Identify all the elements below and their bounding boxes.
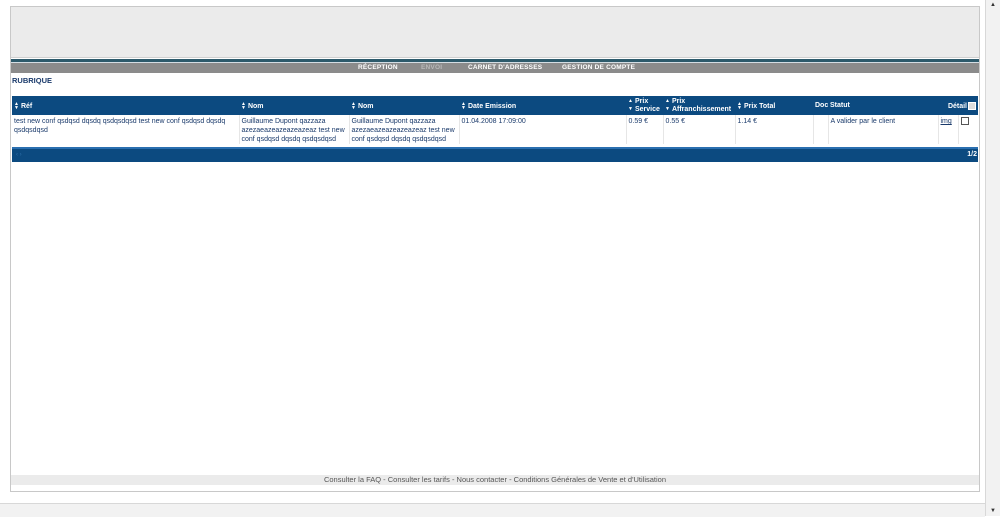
cell-prix-total: 1.14 € — [735, 115, 814, 144]
select-all-checkbox[interactable] — [968, 101, 976, 110]
cell-date: 01.04.2008 17:09:00 — [459, 115, 627, 144]
cell-statut: A valider par le client — [828, 115, 939, 144]
menu-item-envoi[interactable]: ENVOI — [421, 64, 442, 71]
sort-icon[interactable]: ▲ ▼ — [665, 98, 670, 111]
menu-item-gestion-compte[interactable]: GESTION DE COMPTE — [562, 64, 635, 71]
cell-doc — [813, 115, 829, 144]
col-header-ref[interactable]: ▲ ▼ Réf — [12, 96, 239, 115]
sort-icon[interactable]: ▲ ▼ — [628, 98, 633, 111]
main-menu: RÉCEPTION ENVOI CARNET D'ADRESSES GESTIO… — [11, 62, 979, 73]
col-header-date[interactable]: ▲ ▼ Date Emission — [459, 96, 626, 115]
vertical-scrollbar[interactable]: ▲ ▼ — [985, 0, 1000, 516]
section-title: RUBRIQUE — [12, 76, 53, 85]
cell-prix-service: 0.59 € — [626, 115, 664, 144]
footer-link-faq[interactable]: Consulter la FAQ — [324, 475, 381, 484]
sort-icon[interactable]: ▲ ▼ — [241, 101, 246, 110]
footer-link-tarifs[interactable]: Consulter les tarifs — [388, 475, 450, 484]
cell-detail: img — [938, 115, 959, 144]
documents-table: ▲ ▼ Réf ▲ ▼ Nom ▲ ▼ Nom ▲ ▼ Date Emission ▲ ▼ Prix… — [12, 96, 978, 144]
footer-link-contact[interactable]: Nous contacter — [457, 475, 507, 484]
footer-separator: - — [381, 475, 388, 484]
table-row: test new conf qsdqsd dqsdq qsdqsdqsd tes… — [12, 115, 978, 144]
menu-item-reception[interactable]: RÉCEPTION — [358, 64, 398, 71]
col-header-detail: Détail — [938, 96, 978, 115]
footer-separator: - — [449, 475, 457, 484]
pagination-arrows[interactable]: ‹ › — [16, 152, 22, 158]
col-header-doc: Doc — [813, 96, 828, 115]
menu-item-carnet-adresses[interactable]: CARNET D'ADRESSES — [468, 64, 542, 71]
footer: Consulter la FAQ - Consulter les tarifs … — [11, 475, 979, 485]
sort-icon[interactable]: ▲ ▼ — [461, 101, 466, 110]
sort-icon[interactable]: ▲ ▼ — [737, 101, 742, 110]
col-header-nom-1[interactable]: ▲ ▼ Nom — [239, 96, 349, 115]
footer-separator: - — [506, 475, 514, 484]
page-indicator: 1/2 — [967, 151, 977, 158]
horizontal-scrollbar[interactable] — [0, 503, 985, 517]
scroll-up-icon[interactable]: ▲ — [990, 2, 996, 8]
header-banner — [11, 7, 979, 58]
scroll-down-icon[interactable]: ▼ — [990, 508, 996, 514]
col-header-prix-affranchissement[interactable]: ▲ ▼ Prix Affranchissement — [663, 96, 735, 115]
pagination-bar: ‹ › 1/2 — [12, 147, 978, 162]
detail-link[interactable]: img — [941, 118, 952, 125]
col-header-prix-total[interactable]: ▲ ▼ Prix Total — [735, 96, 813, 115]
cell-select — [958, 115, 978, 144]
table-header-row: ▲ ▼ Réf ▲ ▼ Nom ▲ ▼ Nom ▲ ▼ Date Emission ▲ ▼ Prix… — [12, 96, 978, 115]
cell-nom-1: Guillaume Dupont qazzaza azezaeazeazeaze… — [239, 115, 350, 144]
cell-nom-2: Guillaume Dupont qazzaza azezaeazeazeaze… — [349, 115, 460, 144]
col-header-nom-2[interactable]: ▲ ▼ Nom — [349, 96, 459, 115]
cell-prix-affranchissement: 0.55 € — [663, 115, 736, 144]
footer-link-cgv[interactable]: Conditions Générales de Vente et d'Utili… — [514, 475, 666, 484]
col-header-statut: Statut — [828, 96, 938, 115]
main-frame: RÉCEPTION ENVOI CARNET D'ADRESSES GESTIO… — [10, 6, 980, 492]
col-header-prix-service[interactable]: ▲ ▼ Prix Service — [626, 96, 663, 115]
cell-ref: test new conf qsdqsd dqsdq qsdqsdqsd tes… — [12, 115, 240, 144]
sort-icon[interactable]: ▲ ▼ — [14, 101, 19, 110]
row-checkbox[interactable] — [960, 117, 969, 126]
sort-icon[interactable]: ▲ ▼ — [351, 101, 356, 110]
